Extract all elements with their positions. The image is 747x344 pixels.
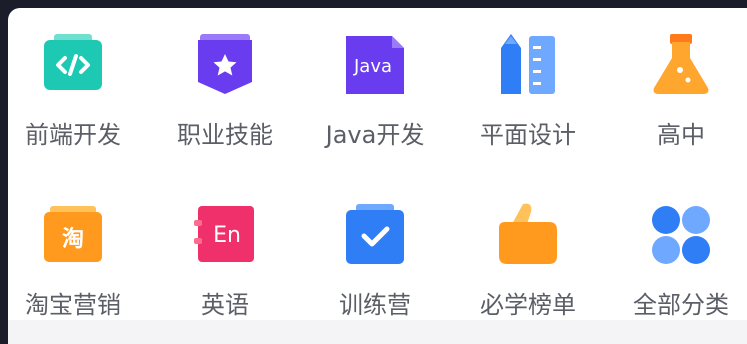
category-item-high-school[interactable]: 高中 [606,8,747,149]
pencil-ruler-icon [493,30,563,100]
category-grid: 前端开发 职业技能 Java Java开发 平面设计 高中 淘 淘宝营销 En … [8,8,747,344]
category-item-training-camp[interactable]: 训练营 [300,178,450,319]
taobao-icon-text: 淘 [62,226,84,252]
category-item-must-learn-ranking[interactable]: 必学榜单 [453,178,603,319]
english-book-icon: En [190,200,260,270]
category-item-all-categories[interactable]: 全部分类 [606,178,747,319]
flask-icon [646,30,716,100]
category-label: 高中 [657,121,705,149]
code-icon [38,30,108,100]
category-label: 前端开发 [25,121,121,149]
category-label: Java开发 [325,121,425,149]
category-label: 必学榜单 [480,291,576,319]
english-icon-text: En [213,223,241,248]
category-label: 淘宝营销 [25,291,121,319]
checklist-icon [340,200,410,270]
category-item-graphic-design[interactable]: 平面设计 [453,8,603,149]
taobao-folder-icon: 淘 [38,200,108,270]
category-item-frontend[interactable]: 前端开发 [0,8,148,149]
four-dots-icon [646,200,716,270]
category-label: 职业技能 [177,121,273,149]
badge-star-icon [190,30,260,100]
category-label: 训练营 [339,291,411,319]
category-item-taobao-marketing[interactable]: 淘 淘宝营销 [0,178,148,319]
category-panel: 前端开发 职业技能 Java Java开发 平面设计 高中 淘 淘宝营销 En … [8,8,747,344]
category-label: 平面设计 [480,121,576,149]
category-item-java[interactable]: Java Java开发 [300,8,450,149]
category-item-english[interactable]: En 英语 [150,178,300,319]
category-item-career-skills[interactable]: 职业技能 [150,8,300,149]
thumbs-up-icon [493,200,563,270]
category-label: 全部分类 [633,291,729,319]
java-icon-text: Java [353,56,392,77]
category-label: 英语 [201,291,249,319]
java-file-icon: Java [340,30,410,100]
